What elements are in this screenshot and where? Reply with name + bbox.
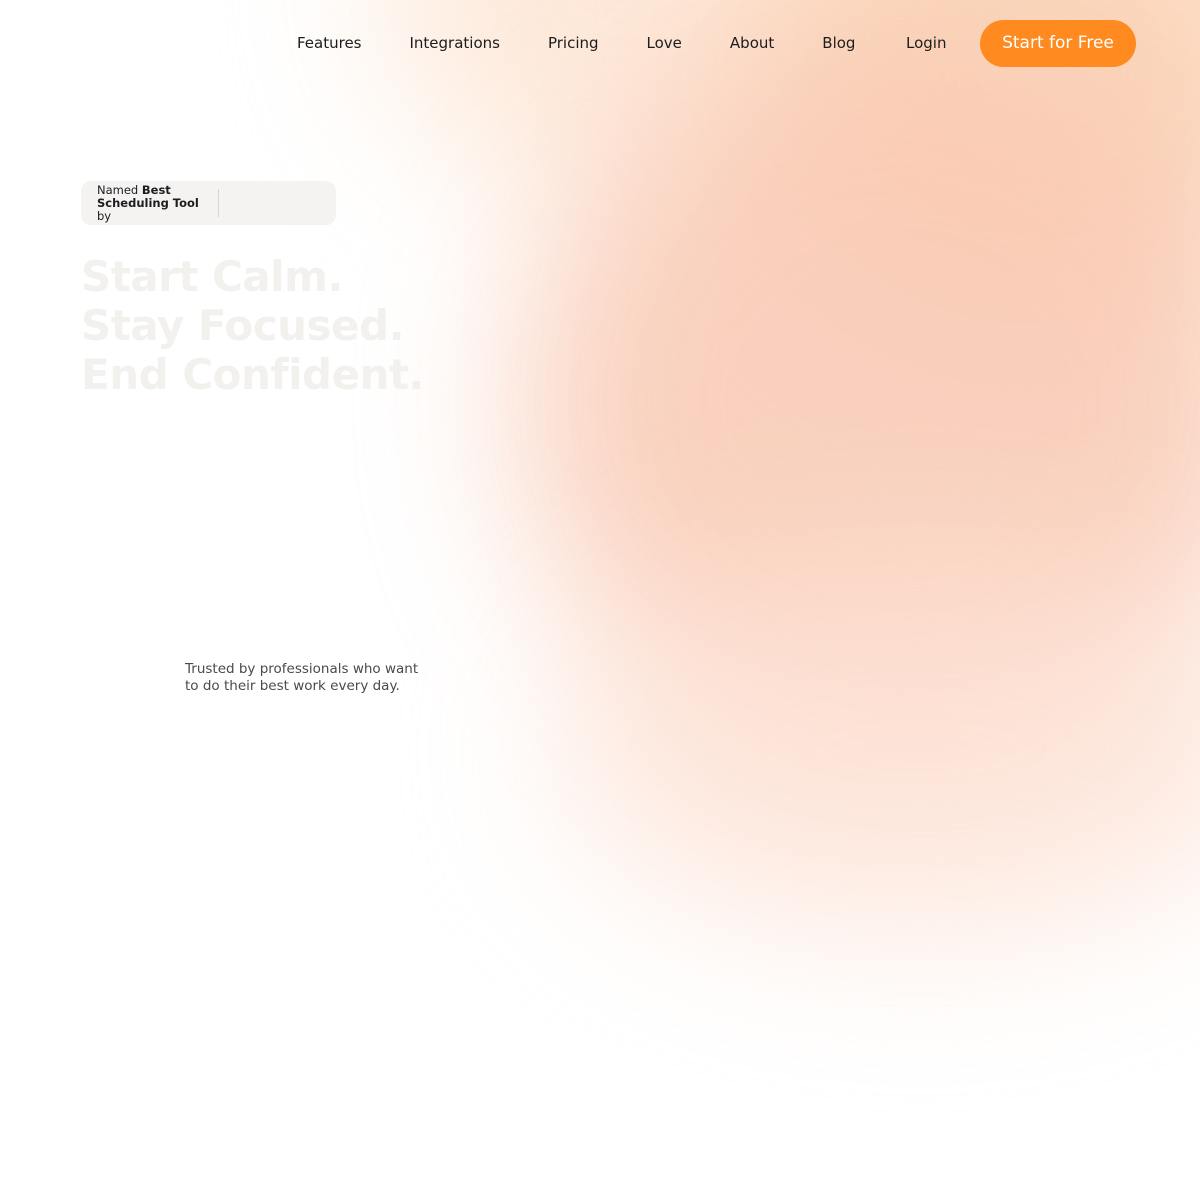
nav-link-integrations[interactable]: Integrations bbox=[410, 33, 500, 53]
nav-link-about[interactable]: About bbox=[730, 33, 774, 53]
glow-center bbox=[520, 40, 1200, 760]
trusted-caption: Trusted by professionals who want to do … bbox=[185, 660, 419, 694]
hero-line-1: Start Calm. bbox=[81, 252, 343, 301]
site-header: Features Integrations Pricing Love About… bbox=[0, 0, 1200, 86]
award-divider bbox=[218, 189, 219, 217]
hero-headline: Start Calm. Stay Focused. End Confident. bbox=[81, 252, 425, 399]
background-gradient-glow bbox=[0, 0, 1200, 1200]
login-link[interactable]: Login bbox=[906, 33, 946, 53]
hero-line-3: End Confident. bbox=[81, 350, 425, 399]
award-suffix: by bbox=[97, 208, 112, 223]
main-nav: Features Integrations Pricing Love About… bbox=[297, 33, 855, 53]
start-for-free-button[interactable]: Start for Free bbox=[980, 20, 1136, 67]
award-badge-text: Named Best Scheduling Tool by bbox=[97, 182, 209, 223]
hero-line-2: Stay Focused. bbox=[81, 301, 405, 350]
award-prefix: Named bbox=[97, 182, 139, 197]
glow-bottom bbox=[560, 560, 1200, 940]
nav-link-pricing[interactable]: Pricing bbox=[548, 33, 599, 53]
nav-link-blog[interactable]: Blog bbox=[822, 33, 855, 53]
award-badge[interactable]: Named Best Scheduling Tool by bbox=[81, 181, 336, 225]
nav-link-love[interactable]: Love bbox=[647, 33, 682, 53]
nav-link-features[interactable]: Features bbox=[297, 33, 362, 53]
